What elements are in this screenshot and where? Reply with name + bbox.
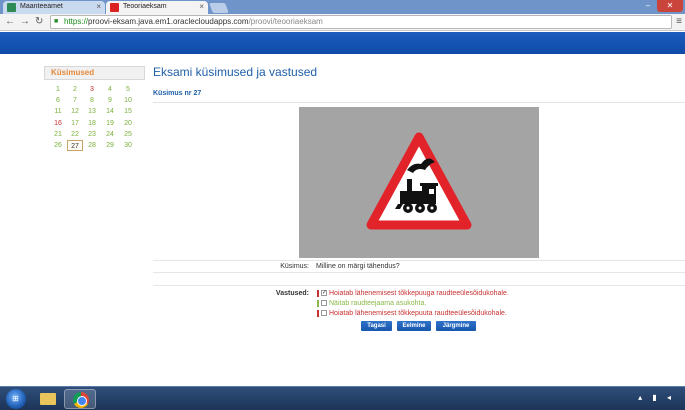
question-link-21[interactable]: 21 [50, 129, 66, 140]
wrench-menu-icon[interactable]: ≡ [676, 16, 682, 27]
windows-start-icon[interactable]: ⊞ [6, 389, 26, 409]
tagasi-button[interactable]: Tagasi [361, 321, 392, 331]
tab-label: Teooriaeksam [123, 3, 167, 10]
address-bar[interactable]: ■ https://proovi-eksam.java.em1.oracleclo… [50, 15, 672, 29]
question-link-7[interactable]: 7 [67, 95, 83, 106]
question-link-19[interactable]: 19 [102, 118, 118, 129]
teooriaeksam-favicon-icon [110, 3, 119, 12]
question-link-4[interactable]: 4 [102, 84, 118, 95]
question-link-20[interactable]: 20 [120, 118, 136, 129]
eelmine-button[interactable]: Eelmine [397, 321, 431, 331]
divider [153, 285, 685, 286]
question-text: Milline on märgi tähendus? [316, 263, 400, 270]
url-scheme: https:// [64, 17, 89, 26]
question-link-8[interactable]: 8 [84, 95, 100, 106]
close-icon[interactable]: × [96, 1, 101, 13]
page-title: Eksami küsimused ja vastused [153, 65, 318, 79]
chrome-taskbar-button[interactable] [64, 389, 96, 409]
question-image [299, 107, 539, 258]
site-header-band [0, 32, 685, 54]
question-link-29[interactable]: 29 [102, 140, 118, 151]
question-link-18[interactable]: 18 [84, 118, 100, 129]
question-link-24[interactable]: 24 [102, 129, 118, 140]
question-link-25[interactable]: 25 [120, 129, 136, 140]
railway-crossing-warning-sign-icon [366, 132, 472, 230]
close-icon[interactable]: × [199, 1, 204, 13]
answer-text: Näitab raudteejaama asukohta. [329, 300, 427, 307]
file-explorer-button[interactable] [32, 389, 64, 409]
answer-status-bar [317, 310, 319, 317]
forward-arrow-icon[interactable]: → [20, 16, 30, 28]
answer-option-2[interactable]: Näitab raudteejaama asukohta. [317, 299, 426, 308]
answer-checkbox[interactable] [321, 300, 327, 306]
answer-status-bar [317, 300, 319, 307]
question-link-27[interactable]: 27 [67, 140, 83, 151]
question-link-12[interactable]: 12 [67, 106, 83, 117]
url-path: /proovi/teooriaeksam [248, 17, 323, 26]
question-link-10[interactable]: 10 [120, 95, 136, 106]
question-link-30[interactable]: 30 [120, 140, 136, 151]
divider [153, 102, 685, 103]
back-arrow-icon[interactable]: ← [5, 16, 15, 28]
question-link-16[interactable]: 16 [50, 118, 66, 129]
answer-text: Hoiatab lähenemisest tõkkepuuga raudteeü… [329, 290, 509, 297]
url-host: proovi-eksam.java.em1.oraclecloudapps.co… [88, 17, 249, 26]
answer-checkbox[interactable]: ✓ [321, 290, 327, 296]
taskbar: ⊞ ▴ ▮ ◂ [0, 386, 685, 410]
question-link-9[interactable]: 9 [102, 95, 118, 106]
reload-icon[interactable]: ↻ [35, 16, 43, 28]
jargmine-button[interactable]: Järgmine [436, 321, 476, 331]
question-link-5[interactable]: 5 [120, 84, 136, 95]
question-link-1[interactable]: 1 [50, 84, 66, 95]
answer-option-3[interactable]: Hoiatab lähenemisest tõkkepuuta raudteeü… [317, 309, 507, 318]
question-link-17[interactable]: 17 [67, 118, 83, 129]
question-link-2[interactable]: 2 [67, 84, 83, 95]
browser-tab-strip: Maanteeamet × Teooriaeksam × – ✕ [0, 0, 685, 14]
question-link-22[interactable]: 22 [67, 129, 83, 140]
question-label: Küsimus: [280, 263, 309, 270]
new-tab-button[interactable] [209, 3, 229, 13]
chrome-icon [73, 392, 89, 408]
browser-toolbar: ← → ↻ ■ https://proovi-eksam.java.em1.ora… [0, 14, 685, 31]
answer-option-1[interactable]: ✓ Hoiatab lähenemisest tõkkepuuga raudte… [317, 289, 509, 298]
lock-icon: ■ [54, 18, 59, 25]
answers-label: Vastused: [275, 290, 309, 297]
question-link-28[interactable]: 28 [84, 140, 100, 151]
maanteeamet-favicon-icon [7, 3, 16, 12]
answer-checkbox[interactable] [321, 310, 327, 316]
tab-teooriaeksam[interactable]: Teooriaeksam × [106, 1, 208, 14]
tab-maanteeamet[interactable]: Maanteeamet × [3, 1, 105, 14]
answer-text: Hoiatab lähenemisest tõkkepuuta raudteeü… [329, 310, 507, 317]
question-number-label: Küsimus nr 27 [153, 90, 202, 97]
divider [153, 272, 685, 273]
minimize-window-icon[interactable]: – [641, 0, 655, 12]
question-link-11[interactable]: 11 [50, 106, 66, 117]
question-link-15[interactable]: 15 [120, 106, 136, 117]
question-link-6[interactable]: 6 [50, 95, 66, 106]
divider [153, 260, 685, 261]
question-link-3[interactable]: 3 [84, 84, 100, 95]
answer-status-bar [317, 290, 319, 297]
question-link-23[interactable]: 23 [84, 129, 100, 140]
question-link-26[interactable]: 26 [50, 140, 66, 151]
system-tray-icons[interactable]: ▴ ▮ ◂ [638, 393, 675, 402]
close-window-icon[interactable]: ✕ [657, 0, 683, 12]
tab-label: Maanteeamet [20, 3, 63, 10]
question-link-13[interactable]: 13 [84, 106, 100, 117]
question-link-14[interactable]: 14 [102, 106, 118, 117]
question-sidebar: Küsimused 1 2 3 4 5 6 7 8 9 10 11 12 13 14 15 16 17 18 19 2… [44, 66, 145, 151]
sidebar-title: Küsimused [44, 66, 145, 80]
folder-icon [40, 393, 56, 405]
